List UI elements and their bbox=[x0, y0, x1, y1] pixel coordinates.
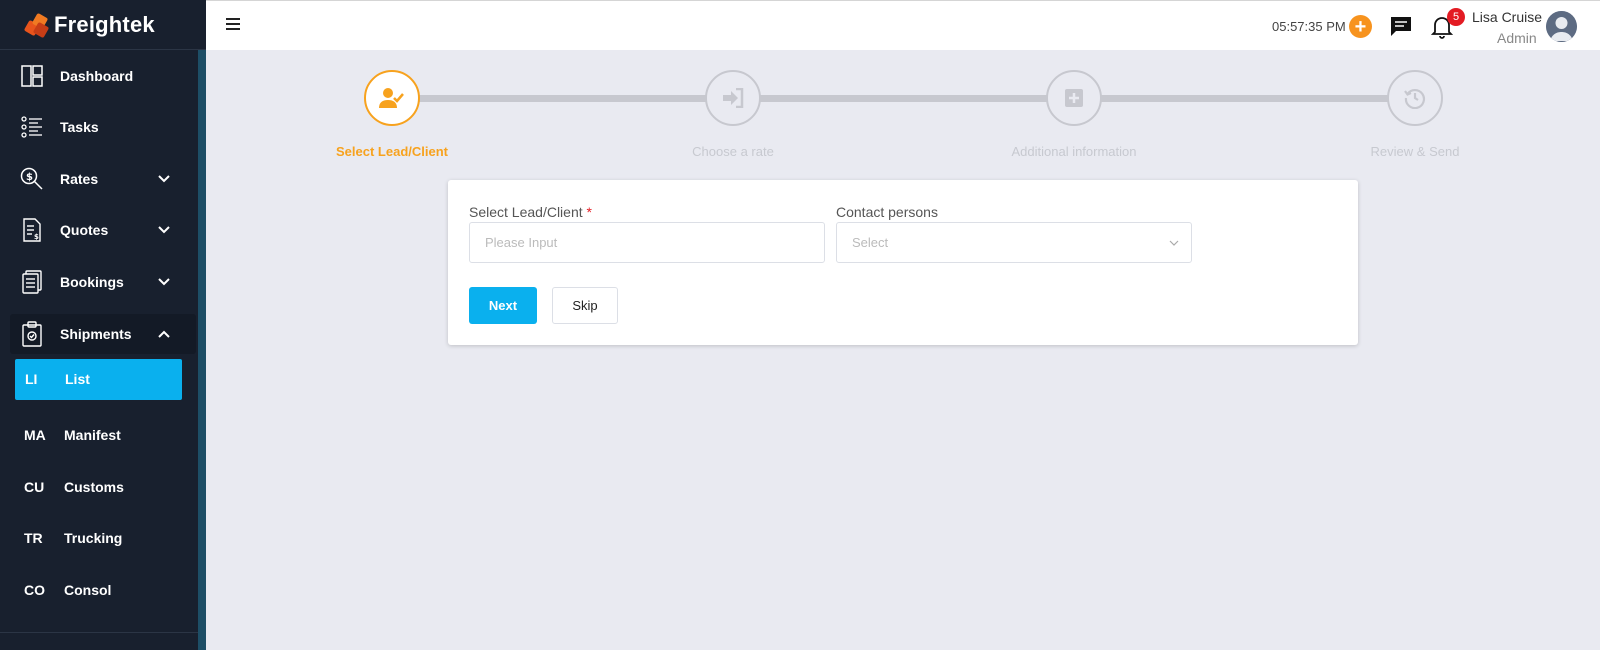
hamburger-menu-icon[interactable] bbox=[226, 18, 240, 32]
sidebar-subitem-customs[interactable]: CU Customs bbox=[0, 461, 206, 513]
contact-field-label: Contact persons bbox=[836, 204, 938, 220]
chat-icon[interactable] bbox=[1389, 15, 1413, 37]
bookings-icon bbox=[20, 269, 44, 295]
sidebar-item-shipments[interactable]: Shipments bbox=[10, 313, 196, 354]
lead-input-placeholder: Please Input bbox=[485, 235, 558, 250]
step-4-label: Review & Send bbox=[1370, 144, 1460, 159]
sidebar-item-label: Bookings bbox=[60, 273, 124, 290]
subitem-abbr: LI bbox=[25, 371, 38, 387]
skip-button[interactable]: Skip bbox=[552, 287, 618, 324]
sidebar-divider bbox=[0, 632, 198, 633]
sidebar-item-label: Quotes bbox=[60, 222, 109, 239]
quotes-icon: $ bbox=[20, 217, 44, 243]
subitem-abbr: CU bbox=[24, 478, 45, 495]
sidebar: Freightek Dashboard Tasks $ Rates $ Quot… bbox=[0, 0, 206, 650]
step-2-circle[interactable] bbox=[705, 70, 761, 126]
sidebar-subitem-manifest[interactable]: MA Manifest bbox=[0, 410, 206, 462]
sidebar-scrollbar[interactable] bbox=[198, 50, 206, 650]
chevron-down-icon bbox=[158, 278, 170, 286]
top-header: 05:57:35 PM + 5 Lisa Cruise Admin bbox=[206, 0, 1600, 50]
step-3-circle[interactable] bbox=[1046, 70, 1102, 126]
sidebar-item-bookings[interactable]: Bookings bbox=[0, 256, 206, 308]
step-connector bbox=[419, 95, 707, 102]
step-2-label: Choose a rate bbox=[692, 144, 774, 159]
sidebar-item-rates[interactable]: $ Rates bbox=[0, 153, 206, 205]
dashboard-icon bbox=[20, 63, 44, 89]
chevron-down-icon bbox=[158, 226, 170, 234]
sidebar-item-quotes[interactable]: $ Quotes bbox=[0, 205, 206, 257]
shipments-icon bbox=[20, 320, 44, 347]
tasks-icon bbox=[20, 114, 44, 140]
sidebar-item-label: Rates bbox=[60, 170, 99, 187]
subitem-label: Consol bbox=[64, 581, 112, 598]
freightek-logo-icon bbox=[23, 12, 50, 38]
svg-text:$: $ bbox=[34, 233, 39, 241]
chevron-up-icon bbox=[158, 330, 170, 338]
user-check-icon bbox=[379, 88, 404, 108]
user-name[interactable]: Lisa Cruise bbox=[1472, 9, 1542, 25]
sidebar-item-label: Tasks bbox=[60, 119, 99, 136]
user-role: Admin bbox=[1497, 30, 1537, 46]
chevron-down-icon bbox=[1169, 240, 1179, 246]
subitem-abbr: TR bbox=[24, 530, 43, 547]
sidebar-item-label: Dashboard bbox=[60, 67, 134, 84]
sidebar-subitem-list[interactable]: LI List bbox=[15, 358, 182, 400]
subitem-abbr: CO bbox=[24, 581, 45, 598]
step-1-circle[interactable] bbox=[364, 70, 420, 126]
chevron-down-icon bbox=[158, 175, 170, 183]
rates-icon: $ bbox=[20, 166, 44, 192]
avatar[interactable] bbox=[1546, 11, 1577, 42]
subitem-label: Trucking bbox=[64, 530, 123, 547]
subitem-abbr: MA bbox=[24, 427, 46, 444]
subitem-label: Customs bbox=[64, 478, 124, 495]
step-connector bbox=[1101, 95, 1389, 102]
sidebar-item-label: Shipments bbox=[60, 325, 132, 342]
plus-square-icon bbox=[1065, 89, 1083, 107]
sign-in-icon bbox=[723, 88, 744, 108]
sidebar-subitem-consol[interactable]: CO Consol bbox=[0, 564, 206, 616]
step-3-label: Additional information bbox=[1011, 144, 1137, 159]
next-button[interactable]: Next bbox=[469, 287, 537, 324]
sidebar-item-tasks[interactable]: Tasks bbox=[0, 102, 206, 154]
svg-text:$: $ bbox=[26, 172, 33, 183]
step-connector bbox=[760, 95, 1048, 102]
subitem-label: List bbox=[65, 371, 90, 387]
lead-select-card: Select Lead/Client * Please Input Contac… bbox=[448, 180, 1358, 345]
lead-client-input[interactable]: Please Input bbox=[469, 222, 825, 263]
contact-persons-select[interactable]: Select bbox=[836, 222, 1192, 263]
step-4-circle[interactable] bbox=[1387, 70, 1443, 126]
subitem-label: Manifest bbox=[64, 427, 121, 444]
contact-select-placeholder: Select bbox=[852, 235, 889, 250]
brand-name: Freightek bbox=[54, 11, 155, 37]
lead-field-label: Select Lead/Client * bbox=[469, 204, 592, 220]
sidebar-item-dashboard[interactable]: Dashboard bbox=[0, 50, 206, 102]
notification-badge: 5 bbox=[1447, 8, 1465, 26]
step-1-label: Select Lead/Client bbox=[336, 144, 448, 159]
lead-label-text: Select Lead/Client bbox=[469, 204, 583, 220]
quick-add-button[interactable]: + bbox=[1349, 15, 1372, 38]
required-mark: * bbox=[586, 204, 592, 220]
sidebar-nav: Dashboard Tasks $ Rates $ Quotes Booking… bbox=[0, 50, 206, 616]
clock: 05:57:35 PM bbox=[1272, 19, 1346, 34]
sidebar-subitem-trucking[interactable]: TR Trucking bbox=[0, 513, 206, 565]
history-icon bbox=[1404, 89, 1426, 109]
brand[interactable]: Freightek bbox=[0, 0, 206, 50]
